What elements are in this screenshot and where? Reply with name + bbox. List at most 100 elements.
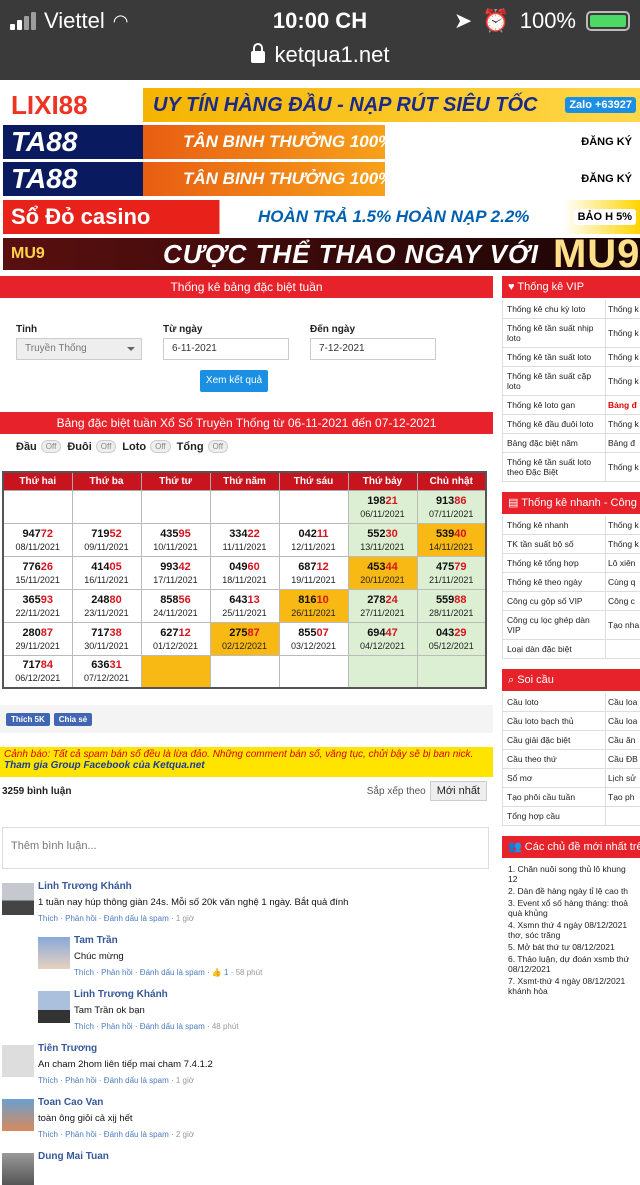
sidebar-link[interactable]: Thống kê theo ngày [502, 573, 606, 591]
sidebar-link[interactable]: Công c [606, 592, 640, 610]
comment-author[interactable]: Linh Trương Khánh [74, 989, 493, 1000]
ad-banner-lixi88[interactable]: LIXI88 UY TÍN HÀNG ĐẦU - NẠP RÚT SIÊU TỐC… [3, 88, 640, 122]
sidebar-link[interactable]: Tổng hợp cầu [502, 807, 606, 825]
avatar[interactable] [2, 1099, 34, 1131]
sidebar-link[interactable]: Thống k đặc biệ [606, 453, 640, 481]
sidebar-link[interactable]: Thống k [606, 415, 640, 433]
sidebar-link[interactable]: Thống k [606, 535, 640, 553]
sidebar-link[interactable]: Cầu loto [502, 693, 606, 711]
filter-toggle[interactable]: Off [207, 440, 229, 453]
sort-select[interactable]: Mới nhất [429, 781, 487, 801]
result-last-two: 87 [247, 626, 260, 639]
facebook-like-button[interactable]: Thích 5K [6, 712, 50, 726]
sidebar-link[interactable]: Thống k đặc biệ [606, 319, 640, 347]
comment-input[interactable]: Thêm bình luận... [2, 827, 489, 869]
sidebar-link[interactable]: Thống kê tần suất nhịp loto [502, 319, 606, 347]
sidebar-link[interactable]: Công cụ gộp số VIP [502, 592, 606, 610]
topic-link[interactable]: 7. Xsmt-thứ 4 ngày 08/12/2021 khánh hòa [508, 976, 636, 996]
comment-actions[interactable]: Thích · Phản hồi · Đánh dấu là spam · 1 … [38, 1076, 493, 1085]
comment-actions[interactable]: Thích · Phản hồi · Đánh dấu là spam · 2 … [38, 1130, 493, 1139]
comment-text: An cham 2hom liên tiếp mai cham 7.4.1.2 [38, 1059, 213, 1070]
result-number: 69447 [367, 626, 398, 639]
sidebar-link[interactable]: Tạo ph [606, 788, 640, 806]
topic-link[interactable]: 4. Xsmn thứ 4 ngày 08/12/2021 thơ, sóc t… [508, 920, 636, 940]
comment-author[interactable]: Tam Trần [74, 935, 493, 946]
filter-label: Đuôi [67, 440, 92, 453]
sidebar-link[interactable]: Thống k loto [606, 348, 640, 366]
sidebar-link[interactable]: Thống k [606, 300, 640, 318]
sidebar-link[interactable]: Cầu ăn [606, 731, 640, 749]
sidebar-link[interactable]: Bảng đ [606, 434, 640, 452]
sidebar-link[interactable]: Thống k [606, 516, 640, 534]
comment-author[interactable]: Toan Cao Van [38, 1097, 493, 1108]
province-select[interactable]: Truyền Thống [16, 338, 142, 360]
ad-cta[interactable]: ĐĂNG KÝ [577, 171, 636, 187]
sidebar-link[interactable]: Bảng đặc biệt năm [502, 434, 606, 452]
view-result-button[interactable]: Xem kết quả [200, 370, 268, 392]
facebook-group-link[interactable]: Tham gia Group Facebook của Ketqua.net [4, 760, 489, 771]
url-text[interactable]: ketqua1.net [275, 42, 390, 68]
ad-banner-sodo[interactable]: Sổ Đỏ casino HOÀN TRẢ 1.5% HOÀN NẠP 2.2% B… [3, 200, 640, 234]
sidebar-link[interactable]: Thống kê đầu đuôi loto [502, 415, 606, 433]
address-bar[interactable]: ketqua1.net [0, 42, 640, 68]
sidebar-link[interactable]: Công cụ lọc ghép dàn VIP [502, 611, 606, 639]
topic-link[interactable]: 5. Mở bát thứ tư 08/12/2021 [508, 942, 636, 952]
comment-actions[interactable]: Thích · Phản hồi · Đánh dấu là spam · 1 … [38, 914, 493, 923]
avatar[interactable] [2, 1153, 34, 1185]
sidebar-link[interactable]: Cầu loa [606, 693, 640, 711]
sidebar-link[interactable]: Thống kê tần suất loto theo Đặc Biệt [502, 453, 606, 481]
sidebar-link[interactable]: Thống kê chu kỳ loto [502, 300, 606, 318]
comment-author[interactable]: Tiên Trương [38, 1043, 493, 1054]
sidebar-link[interactable]: Cùng q [606, 573, 640, 591]
sidebar-link[interactable]: Tạo nha biệt [606, 611, 640, 639]
avatar[interactable] [2, 1045, 34, 1077]
filter-toggle[interactable]: Off [40, 440, 62, 453]
sidebar-link[interactable]: Thống kê tổng hợp [502, 554, 606, 572]
comment-actions[interactable]: Thích · Phản hồi · Đánh dấu là spam · 👍 … [74, 968, 493, 977]
result-last-two: 30 [385, 527, 398, 540]
topic-link[interactable]: 3. Event xổ số hàng tháng: thoả quà khủn… [508, 898, 636, 918]
ad-cta[interactable]: ĐĂNG KÝ [577, 134, 636, 150]
sidebar-link[interactable]: Cầu ĐB [606, 750, 640, 768]
sidebar-link[interactable]: Thống kê tần suất cặp loto [502, 367, 606, 395]
sidebar-link[interactable]: Lịch sử [606, 769, 640, 787]
sidebar-link[interactable]: Thống k dàn cù [606, 367, 640, 395]
sidebar-link[interactable]: Thống kê loto gan [502, 396, 606, 414]
sidebar-link[interactable]: Cầu giải đặc biệt [502, 731, 606, 749]
topic-link[interactable]: 6. Thảo luận, dự đoán xsmb thứ 08/12/202… [508, 954, 636, 974]
sidebar-link[interactable] [606, 807, 640, 825]
comment-actions[interactable]: Thích · Phản hồi · Đánh dấu là spam · 48… [74, 1022, 493, 1031]
topic-link[interactable]: 2. Dàn đề hàng ngày tỉ lệ cao th [508, 886, 636, 896]
ad-cta[interactable]: BẢO H 5% [573, 209, 636, 225]
sidebar-link[interactable]: Loại dàn đặc biệt [502, 640, 606, 658]
sidebar-link[interactable]: Tạo phôi cầu tuần [502, 788, 606, 806]
filter-toggle[interactable]: Off [95, 440, 117, 453]
from-date-input[interactable]: 6-11-2021 [163, 338, 289, 360]
sidebar-link[interactable] [606, 640, 640, 658]
to-date-input[interactable]: 7-12-2021 [310, 338, 436, 360]
ad-banner-ta88-2[interactable]: TA88 TÂN BINH THƯỞNG 100% ĐĂNG KÝ [3, 162, 640, 196]
sidebar-link[interactable]: Thống kê nhanh [502, 516, 606, 534]
facebook-share-button[interactable]: Chia sẻ [53, 712, 93, 726]
ad-banner-ta88[interactable]: TA88 TÂN BINH THƯỞNG 100% ĐĂNG KÝ [3, 125, 640, 159]
ad-banner-mu9[interactable]: MU9 CƯỢC THỂ THAO NGAY VỚI MU9 [3, 238, 640, 270]
avatar[interactable] [38, 991, 70, 1023]
ad-cta[interactable]: Zalo +63927 [565, 97, 636, 113]
sidebar-link[interactable]: Cầu loa [606, 712, 640, 730]
topic-link[interactable]: 1. Chăn nuôi song thủ lô khung 12 [508, 864, 636, 884]
sidebar-link[interactable]: Cầu theo thứ [502, 750, 606, 768]
sidebar-link[interactable]: TK tần suất bộ số [502, 535, 606, 553]
sidebar-link[interactable]: Lô xiên [606, 554, 640, 572]
avatar[interactable] [2, 883, 34, 915]
sidebar-link[interactable]: Bảng đ [606, 396, 640, 414]
sidebar-link[interactable]: Thống kê tần suất loto [502, 348, 606, 366]
comment-author[interactable]: Dung Mai Tuan [38, 1151, 493, 1162]
result-last-two: 60 [247, 560, 260, 573]
sidebar-link-row: Công cụ gộp số VIP Công c [502, 592, 640, 611]
sidebar-link[interactable]: Cầu loto bạch thủ [502, 712, 606, 730]
avatar[interactable] [38, 937, 70, 969]
sidebar-link-row: Thống kê tần suất cặp lotoThống k dàn cù [502, 367, 640, 396]
filter-toggle[interactable]: Off [150, 440, 171, 453]
comment-author[interactable]: Linh Trương Khánh [38, 881, 493, 892]
sidebar-link[interactable]: Sổ mơ [502, 769, 606, 787]
